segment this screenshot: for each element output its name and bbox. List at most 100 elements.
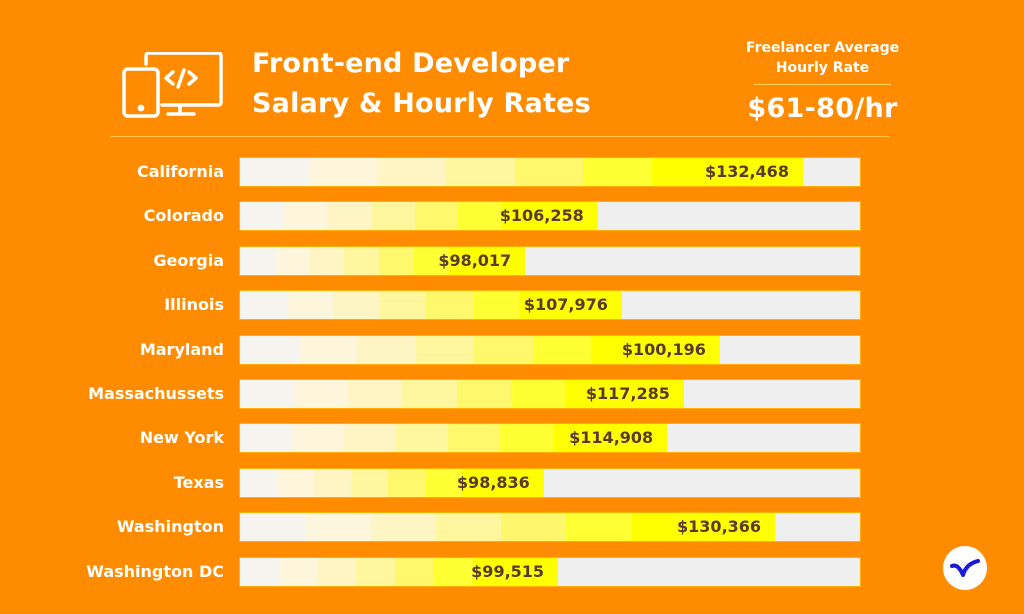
bar-track: $130,366: [240, 513, 860, 542]
bar-segment: [274, 246, 310, 275]
category-label: California: [136, 162, 224, 181]
bar-segment: [357, 335, 416, 364]
chart-title: Front-end Developer Salary & Hourly Rate…: [252, 44, 591, 124]
bar-track: $99,515: [240, 557, 860, 586]
bar-row: Illinois $107,976: [0, 291, 1024, 320]
bar-segment: [566, 513, 632, 542]
bar-segment: [396, 424, 449, 453]
bar-segment: [456, 380, 511, 408]
bar-segment: [333, 291, 380, 320]
value-label: $117,285: [585, 384, 670, 403]
rate-divider: [754, 84, 891, 85]
bar-segment: [448, 424, 501, 453]
bar-segment: [370, 513, 436, 542]
bar-segment: [514, 158, 584, 186]
bar-row: Massachussets $117,285: [0, 380, 1024, 408]
bar-segment: [286, 291, 334, 320]
bar: $100,196: [240, 335, 720, 364]
category-label: Washington: [116, 517, 224, 537]
value-label: $98,017: [438, 250, 512, 270]
value-label: $114,908: [569, 428, 654, 448]
value-label: $100,196: [621, 339, 706, 359]
bar-segment: [348, 380, 403, 408]
bar-segment: [433, 557, 473, 586]
category-label: Georgia: [153, 250, 224, 270]
bar-segment: [388, 468, 426, 497]
bar-row: New York $114,908: [0, 424, 1024, 453]
bar-segment: [309, 246, 345, 275]
value-label: $130,366: [677, 517, 762, 537]
bar-row: California $132,468: [0, 158, 1024, 186]
bar-segment: [344, 424, 397, 453]
bar-segment: [327, 202, 371, 231]
title-line-2: Salary & Hourly Rates: [252, 88, 591, 119]
bar-segment: [292, 424, 345, 453]
bar-row: Georgia $98,017: [0, 246, 1024, 275]
bar-row: Texas $98,836: [0, 468, 1024, 497]
bar-segment: [240, 158, 309, 186]
bar-segment: [501, 513, 567, 542]
bar: $117,285: [240, 380, 684, 408]
bar-segment: [379, 246, 414, 275]
bar-segment: [240, 468, 278, 497]
bar-segment: [402, 380, 457, 408]
bar-track: $100,196: [240, 335, 860, 364]
bar-track: $98,017: [240, 246, 860, 275]
bar-segment: [500, 424, 553, 453]
bar-segment: [510, 380, 565, 408]
category-label: Massachussets: [88, 384, 224, 403]
bar-segment: [356, 557, 396, 586]
bar-track: $106,258: [240, 202, 860, 231]
bar-segment: [445, 158, 515, 186]
bar-segment: [240, 246, 275, 275]
rate-label-line-1: Freelancer Average: [745, 40, 900, 56]
category-label: Maryland: [139, 339, 224, 359]
bar-segment: [240, 513, 306, 542]
bar-segment: [351, 468, 389, 497]
bar-row: Washington $130,366: [0, 513, 1024, 542]
value-label: $107,976: [523, 295, 608, 315]
bar-segment: [305, 513, 371, 542]
category-label: Texas: [173, 472, 224, 492]
bar-track: $107,976: [240, 291, 860, 320]
bar-segment: [435, 513, 501, 542]
bar-row: Washington DC $99,515: [0, 557, 1024, 586]
bar-segment: [308, 158, 378, 186]
bar-segment: [277, 468, 315, 497]
bar-segment: [370, 202, 415, 231]
bar-track: $98,836: [240, 468, 860, 497]
freelancer-rate-box: Freelancer Average Hourly Rate $61-80/hr: [740, 38, 905, 124]
bar-segment: [240, 202, 284, 231]
category-label: Illinois: [164, 295, 224, 315]
bar-segment: [474, 335, 533, 364]
category-label: New York: [139, 428, 224, 448]
category-label: Washington DC: [86, 561, 224, 581]
bar-track: $132,468: [240, 158, 860, 186]
bar-segment: [532, 335, 592, 364]
value-label: $106,258: [499, 206, 584, 226]
bar-segment: [240, 291, 287, 320]
bar-segment: [240, 380, 295, 408]
bar-segment: [240, 557, 279, 586]
bar-segment: [314, 468, 352, 497]
rate-label-line-2: Hourly Rate: [775, 60, 870, 76]
bar-segment: [583, 158, 652, 186]
bird-logo-icon: [950, 559, 980, 577]
value-label: $99,515: [471, 561, 545, 581]
device-code-icon: [122, 51, 224, 118]
bar-segment: [240, 424, 293, 453]
bar-segment: [344, 246, 380, 275]
value-label: $98,836: [456, 472, 530, 492]
brand-logo: [943, 546, 987, 590]
bar-segment: [472, 291, 520, 320]
rate-value: $61-80/hr: [747, 93, 898, 124]
bar-segment: [294, 380, 349, 408]
bar: $98,017: [240, 246, 526, 275]
bar-segment: [458, 202, 502, 231]
bar-segment: [414, 202, 459, 231]
bar: $98,836: [240, 468, 544, 497]
bar-segment: [426, 291, 473, 320]
bar-segment: [317, 557, 357, 586]
value-label: $132,468: [704, 162, 789, 181]
bar-segment: [283, 202, 328, 231]
